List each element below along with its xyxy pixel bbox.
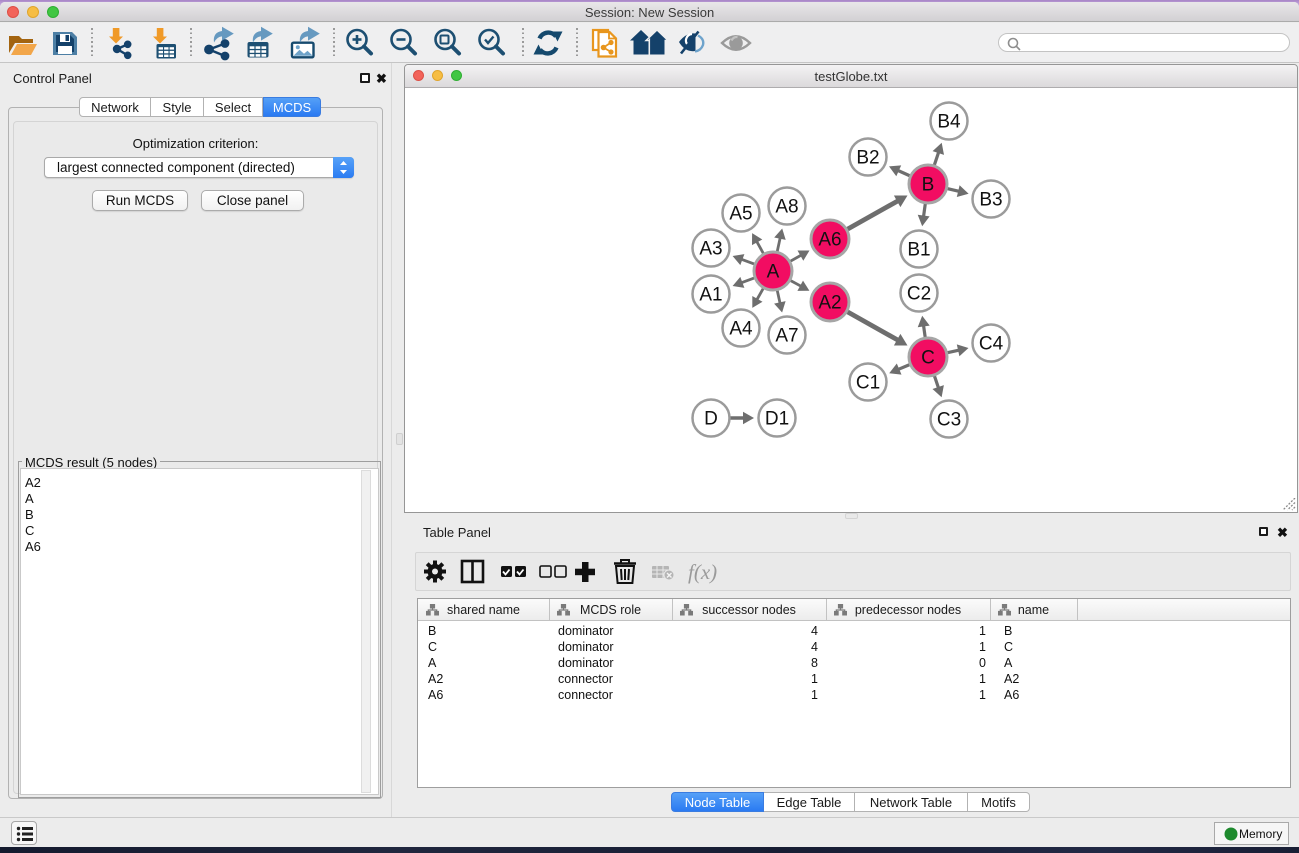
svg-text:B4: B4 [937, 112, 961, 133]
svg-text:C4: C4 [979, 334, 1004, 355]
svg-text:C2: C2 [907, 284, 931, 305]
svg-text:A: A [767, 262, 780, 283]
svg-text:A8: A8 [775, 197, 798, 218]
svg-text:D: D [704, 409, 718, 430]
svg-text:A1: A1 [699, 285, 722, 306]
svg-text:C: C [921, 348, 935, 369]
svg-text:C1: C1 [856, 373, 880, 394]
svg-text:A3: A3 [699, 239, 722, 260]
svg-text:B1: B1 [907, 240, 930, 261]
svg-text:D1: D1 [765, 409, 789, 430]
svg-text:A7: A7 [775, 326, 798, 347]
svg-text:C3: C3 [937, 410, 961, 431]
svg-text:A4: A4 [729, 319, 753, 340]
svg-text:A5: A5 [729, 204, 752, 225]
svg-text:B: B [922, 175, 935, 196]
svg-text:A2: A2 [818, 293, 841, 314]
svg-text:A6: A6 [818, 230, 841, 251]
svg-text:B2: B2 [856, 148, 879, 169]
svg-text:f(x): f(x) [688, 560, 717, 584]
svg-text:B3: B3 [979, 190, 1002, 211]
